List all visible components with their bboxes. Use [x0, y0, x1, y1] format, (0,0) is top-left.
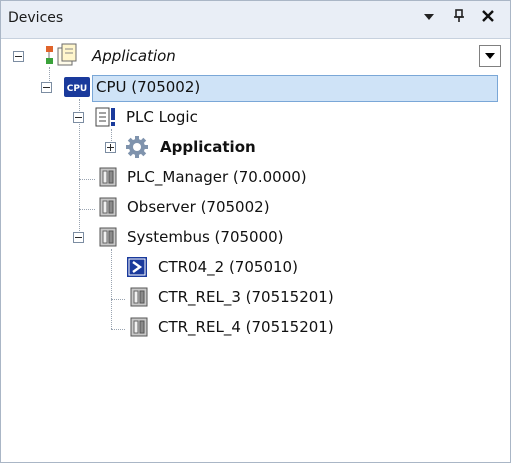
tree-item-label: Application [92, 47, 176, 65]
ctr-module-icon [127, 257, 147, 277]
close-button[interactable] [479, 9, 497, 27]
cpu-icon: CPU [64, 77, 90, 97]
pin-button[interactable] [450, 9, 468, 27]
application-tree-icon [46, 43, 77, 66]
tree-item-ctr-rel-3[interactable]: CTR_REL_3 (70515201) [1, 286, 481, 308]
chevron-down-icon [424, 14, 434, 20]
tree-item-plc-logic[interactable]: PLC Logic [1, 106, 481, 128]
tree-item-ctr-rel-4[interactable]: CTR_REL_4 (70515201) [1, 316, 481, 338]
tree-item-cpu[interactable]: CPU CPU (705002) [1, 76, 496, 98]
collapse-icon[interactable] [13, 51, 24, 62]
device-module-icon [99, 197, 117, 217]
tree-item-application[interactable]: Application [1, 136, 481, 158]
tree-item-label: PLC_Manager (70.0000) [127, 168, 307, 186]
device-module-icon [130, 287, 148, 307]
collapse-icon[interactable] [41, 82, 52, 93]
tree-item-label: CPU (705002) [96, 78, 201, 96]
tree-item-label: CTR04_2 (705010) [158, 258, 298, 276]
plc-logic-icon [95, 107, 115, 127]
device-module-icon [99, 167, 117, 187]
tree-item-label: CTR_REL_4 (70515201) [158, 318, 334, 336]
pin-icon [454, 9, 464, 22]
tree-item-label: Systembus (705000) [127, 228, 284, 246]
collapse-icon[interactable] [73, 112, 84, 123]
tree-item-systembus[interactable]: Systembus (705000) [1, 226, 481, 248]
collapse-icon[interactable] [73, 232, 84, 243]
expand-icon[interactable] [105, 142, 116, 153]
svg-text:CPU: CPU [67, 84, 88, 94]
tree-item-root-application[interactable]: Application [1, 43, 481, 67]
gear-icon [126, 136, 148, 158]
tree-item-label: PLC Logic [126, 108, 198, 126]
tree-item-ctr04-2[interactable]: CTR04_2 (705010) [1, 256, 481, 278]
panel-titlebar: Devices [1, 1, 510, 39]
tree-item-plc-manager[interactable]: PLC_Manager (70.0000) [1, 166, 481, 188]
tree-item-observer[interactable]: Observer (705002) [1, 196, 481, 218]
close-icon [482, 10, 494, 22]
devices-panel: Devices Application CPU CPU (705002) PLC… [0, 0, 511, 463]
panel-title: Devices [8, 10, 64, 26]
device-module-icon [130, 317, 148, 337]
tree-item-label: CTR_REL_3 (70515201) [158, 288, 334, 306]
dropdown-button[interactable] [479, 45, 501, 67]
tree-item-label: Observer (705002) [127, 198, 270, 216]
tree-item-label: Application [160, 138, 256, 156]
panel-menu-button[interactable] [420, 9, 438, 27]
device-module-icon [99, 227, 117, 247]
